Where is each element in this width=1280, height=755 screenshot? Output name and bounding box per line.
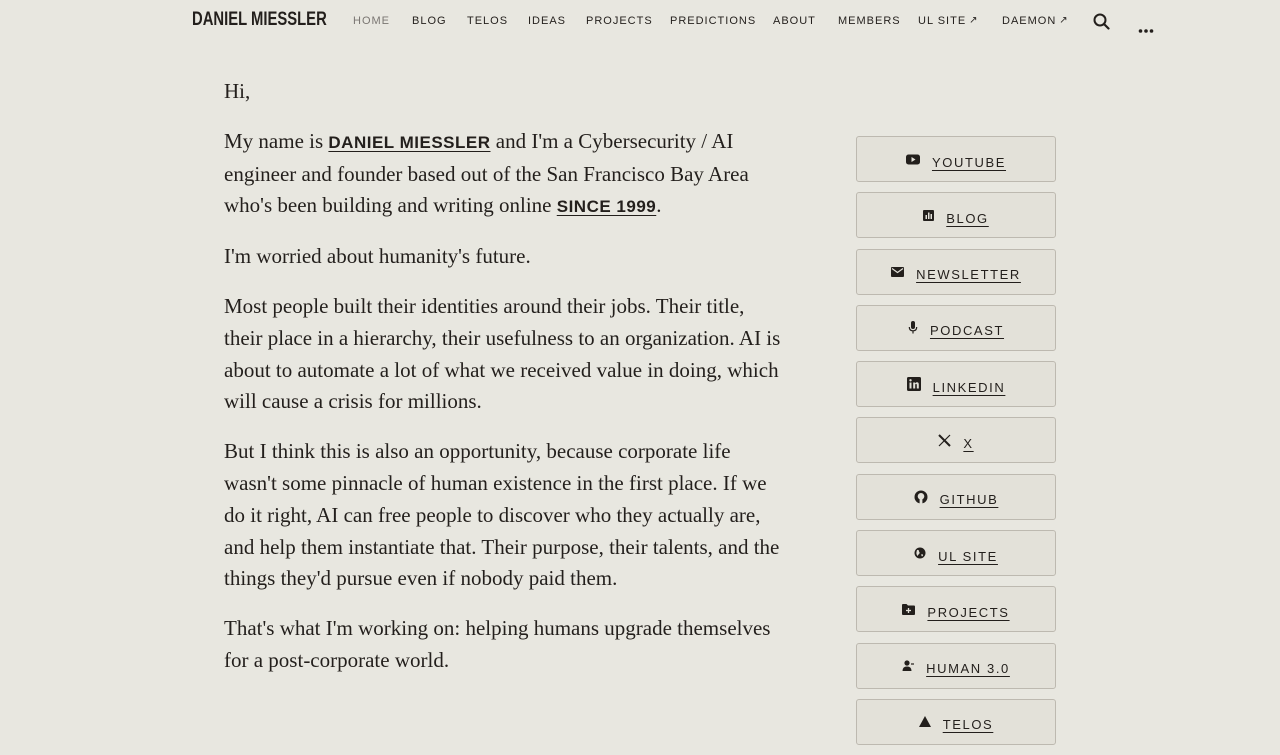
blog-icon — [923, 209, 935, 221]
youtube-label: YOUTUBE — [931, 154, 1007, 170]
nav-item-ul-site[interactable]: UL SITE ↗ — [918, 15, 1002, 27]
paragraph-opportunity: But I think this is also an opportunity,… — [224, 439, 780, 591]
newsletter-button[interactable]: NEWSLETTER — [856, 248, 1056, 295]
github-button[interactable]: GITHUB — [856, 473, 1056, 520]
mail-icon — [891, 266, 905, 277]
youtube-button[interactable]: YOUTUBE — [856, 136, 1056, 182]
intro-text: Hi, My name is DANIEL MIESSLER and I'm a… — [224, 76, 784, 695]
podcast-label: PODCAST — [929, 323, 1005, 339]
blog-label: BLOG — [946, 210, 989, 226]
intro-paragraph: My name is DANIEL MIESSLER and I'm a Cyb… — [224, 126, 784, 223]
paragraph-working-on: That's what I'm working on: helping huma… — [224, 616, 771, 672]
x-label: X — [963, 435, 974, 451]
top-nav: DANIEL MIESSLER HOME BLOG TELOS IDEAS PR… — [0, 0, 1280, 44]
external-link-icon: ↗ — [1059, 15, 1069, 26]
triangle-icon — [918, 716, 931, 728]
linkedin-icon — [906, 377, 921, 392]
site-logo[interactable]: DANIEL MIESSLER — [192, 9, 327, 31]
blog-button[interactable]: BLOG — [856, 192, 1056, 239]
github-label: GITHUB — [939, 492, 999, 508]
author-name-link[interactable]: DANIEL MIESSLER — [328, 133, 490, 152]
nav-item-blog[interactable]: BLOG — [412, 15, 467, 27]
human-3-label: HUMAN 3.0 — [926, 661, 1010, 677]
nav-item-home[interactable]: HOME — [353, 15, 412, 27]
globe-icon — [914, 547, 926, 559]
podcast-button[interactable]: PODCAST — [856, 304, 1056, 351]
nav-item-predictions[interactable]: PREDICTIONS — [670, 15, 773, 27]
more-icon[interactable] — [1138, 19, 1154, 38]
nav-menu: HOME BLOG TELOS IDEAS PROJECTS PREDICTIO… — [353, 15, 1069, 27]
ul-site-label: UL SITE — [938, 548, 998, 564]
x-icon — [938, 434, 952, 447]
youtube-icon — [905, 154, 920, 165]
person-icon — [902, 660, 915, 672]
nav-item-daemon[interactable]: DAEMON ↗ — [1002, 15, 1069, 27]
search-icon[interactable] — [1093, 13, 1110, 34]
x-button[interactable]: X — [856, 417, 1056, 464]
projects-button[interactable]: PROJECTS — [856, 586, 1056, 633]
human-3-button[interactable]: HUMAN 3.0 — [856, 642, 1056, 689]
linkedin-button[interactable]: LINKEDIN — [856, 361, 1056, 408]
external-link-icon: ↗ — [969, 15, 979, 26]
ul-site-button[interactable]: UL SITE — [856, 530, 1056, 577]
telos-button[interactable]: TELOS — [856, 698, 1056, 745]
paragraph-identities: Most people built their identities aroun… — [224, 293, 781, 414]
social-links-sidebar: YOUTUBE BLOG NEWSLETTER PODCAST LINKEDIN… — [856, 136, 1056, 755]
nav-item-daemon-label: DAEMON — [1002, 15, 1057, 27]
intro-text-1: My name is — [224, 128, 329, 153]
paragraph-worried: I'm worried about humanity's future. — [224, 244, 531, 269]
nav-item-ul-site-label: UL SITE — [918, 15, 967, 27]
greeting: Hi, — [224, 79, 251, 103]
linkedin-label: LINKEDIN — [932, 379, 1006, 395]
since-1999-link[interactable]: SINCE 1999 — [557, 197, 657, 216]
nav-item-about[interactable]: ABOUT — [773, 15, 838, 27]
nav-item-telos[interactable]: TELOS — [467, 15, 528, 27]
microphone-icon — [908, 321, 918, 334]
nav-item-members[interactable]: MEMBERS — [838, 15, 918, 27]
newsletter-label: NEWSLETTER — [916, 267, 1021, 283]
github-icon — [914, 490, 928, 504]
nav-item-ideas[interactable]: IDEAS — [528, 15, 586, 27]
nav-item-projects[interactable]: PROJECTS — [586, 15, 670, 27]
folder-icon — [902, 603, 916, 615]
projects-label: PROJECTS — [927, 604, 1010, 620]
intro-text-3: . — [656, 193, 662, 218]
